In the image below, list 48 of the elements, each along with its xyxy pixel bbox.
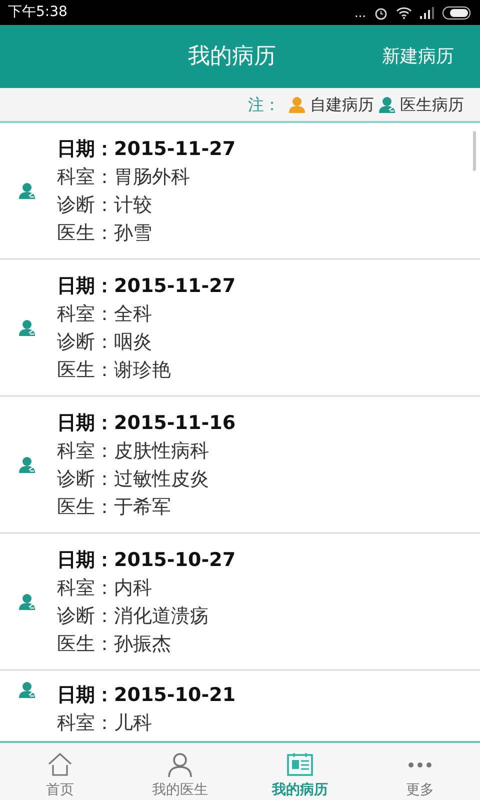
nav-tab[interactable]: 我的医生 (120, 743, 240, 800)
record-field: 科室：内科 (57, 574, 236, 602)
wifi-icon (396, 6, 412, 18)
alarm-icon (374, 6, 388, 20)
person-icon (166, 751, 194, 779)
doctor-person-icon (18, 681, 36, 699)
record-field: 医生：孙雪 (57, 218, 236, 246)
doctor-person-icon (378, 96, 396, 114)
record-field: 科室：胃肠外科 (57, 162, 236, 190)
record-date: 日期：2015-11-16 (57, 410, 236, 436)
doctor-person-icon (18, 182, 36, 200)
nav-tab[interactable]: 更多 (360, 743, 480, 800)
record-field: 科室：皮肤性病科 (57, 436, 236, 464)
record-item[interactable]: 日期：2015-11-27 科室：全科 诊断：咽炎 医生：谢珍艳 (0, 260, 480, 397)
record-item[interactable]: 日期：2015-11-27 科室：胃肠外科 诊断：计较 医生：孙雪 (0, 123, 480, 260)
battery-icon (442, 6, 472, 20)
record-field: 诊断：计较 (57, 190, 236, 218)
record-item[interactable]: 日期：2015-10-27 科室：内科 诊断：消化道溃疡 医生：孙振杰 (0, 534, 480, 671)
record-field: 医生：谢珍艳 (57, 356, 236, 384)
home-icon (46, 751, 74, 779)
page-title: 我的病历 (188, 43, 276, 71)
doctor-person-icon (18, 456, 36, 474)
record-date: 日期：2015-10-21 (57, 683, 236, 708)
legend-text: 自建病历 (310, 94, 374, 116)
record-field: 诊断：消化道溃疡 (57, 602, 236, 630)
scrollbar (473, 131, 476, 171)
record-date: 日期：2015-11-27 (57, 136, 236, 162)
record-field: 科室：儿科 (57, 709, 236, 737)
record-field: 诊断：过敏性皮炎 (57, 464, 236, 492)
record-item[interactable]: 日期：2015-11-16 科室：皮肤性病科 诊断：过敏性皮炎 医生：于希军 (0, 397, 480, 534)
more-dots: ... (354, 4, 366, 22)
record-date: 日期：2015-10-27 (57, 548, 236, 572)
nav-tab[interactable]: 首页 (0, 743, 120, 800)
legend-text: 医生病历 (400, 94, 464, 116)
legend-label: 注： (248, 94, 280, 116)
person-icon (288, 96, 306, 114)
record-item[interactable]: 日期：2015-10-21 科室：儿科 (0, 671, 480, 741)
record-field: 医生：孙振杰 (57, 630, 236, 658)
record-field: 医生：于希军 (57, 492, 236, 520)
id-card-icon (286, 751, 314, 779)
record-date: 日期：2015-11-27 (57, 274, 236, 298)
more-icon (408, 762, 432, 768)
status-time: 下午5:38 (8, 3, 68, 22)
record-field: 科室：全科 (57, 300, 236, 328)
doctor-person-icon (18, 592, 36, 610)
record-field: 诊断：咽炎 (57, 328, 236, 356)
doctor-person-icon (18, 318, 36, 336)
signal-icon (420, 6, 434, 18)
